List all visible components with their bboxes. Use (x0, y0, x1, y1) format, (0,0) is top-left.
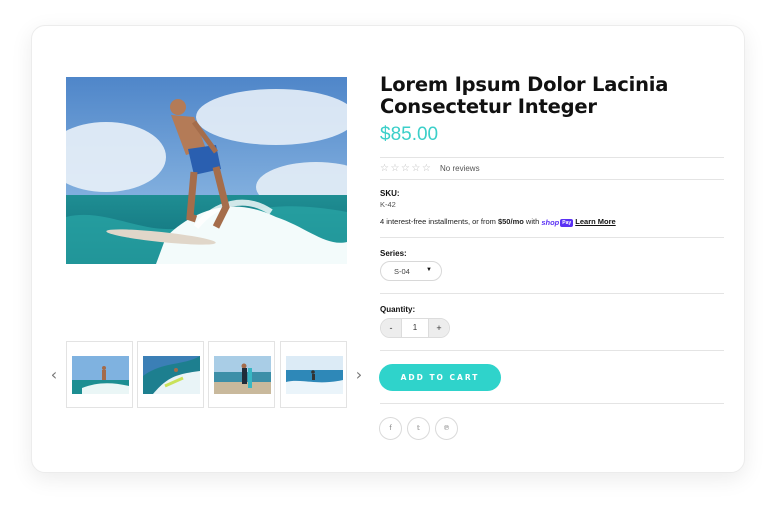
shop-pay-logo-icon: shop Pay (541, 217, 574, 227)
thumbnail-2[interactable] (137, 341, 204, 408)
gallery-next-arrow[interactable]: › (352, 366, 366, 384)
divider (380, 350, 724, 351)
surfer-thumb-4-icon (286, 356, 343, 394)
divider (380, 157, 724, 158)
installments-amount: $50/mo (497, 217, 524, 226)
twitter-share-icon[interactable]: 𝕥 (407, 417, 430, 440)
learn-more-link[interactable]: Learn More (575, 217, 615, 226)
facebook-share-icon[interactable]: f (379, 417, 402, 440)
sku-label: SKU: (380, 189, 400, 198)
thumbnail-4[interactable] (280, 341, 347, 408)
quantity-decrease-button[interactable]: - (381, 319, 401, 337)
installments-middle: with (523, 217, 542, 226)
rating-stars-icon[interactable]: ☆☆☆☆☆ (380, 163, 432, 174)
quantity-label: Quantity: (380, 305, 416, 314)
thumbnail-3[interactable] (208, 341, 275, 408)
reviews-count: No reviews (440, 164, 480, 173)
divider (380, 237, 724, 238)
divider (380, 179, 724, 180)
pinterest-share-icon[interactable]: ℗ (435, 417, 458, 440)
installments-text: 4 interest-free installments, or from $5… (380, 217, 616, 227)
divider (380, 403, 724, 404)
series-label: Series: (380, 249, 407, 258)
product-main-image[interactable] (66, 77, 347, 264)
divider (380, 293, 724, 294)
gallery-prev-arrow[interactable]: ‹ (47, 366, 61, 384)
thumbnail-1[interactable] (66, 341, 133, 408)
series-select[interactable]: S-04 ▼ (380, 261, 442, 281)
series-selected-value: S-04 (394, 267, 410, 276)
quantity-stepper: - 1 + (380, 318, 450, 338)
chevron-down-icon: ▼ (426, 267, 432, 273)
installments-prefix: 4 interest-free installments, or from (380, 217, 498, 226)
add-to-cart-button[interactable]: ADD TO CART (379, 364, 501, 391)
product-title: Lorem Ipsum Dolor Lacinia Consectetur In… (380, 73, 669, 118)
quantity-increase-button[interactable]: + (429, 319, 449, 337)
quantity-input[interactable]: 1 (401, 319, 429, 337)
sku-value: K-42 (380, 200, 396, 209)
surfer-thumb-2-icon (143, 356, 200, 394)
surfer-thumb-1-icon (72, 356, 129, 394)
product-price: $85.00 (380, 124, 439, 145)
surfer-thumb-3-icon (214, 356, 271, 394)
